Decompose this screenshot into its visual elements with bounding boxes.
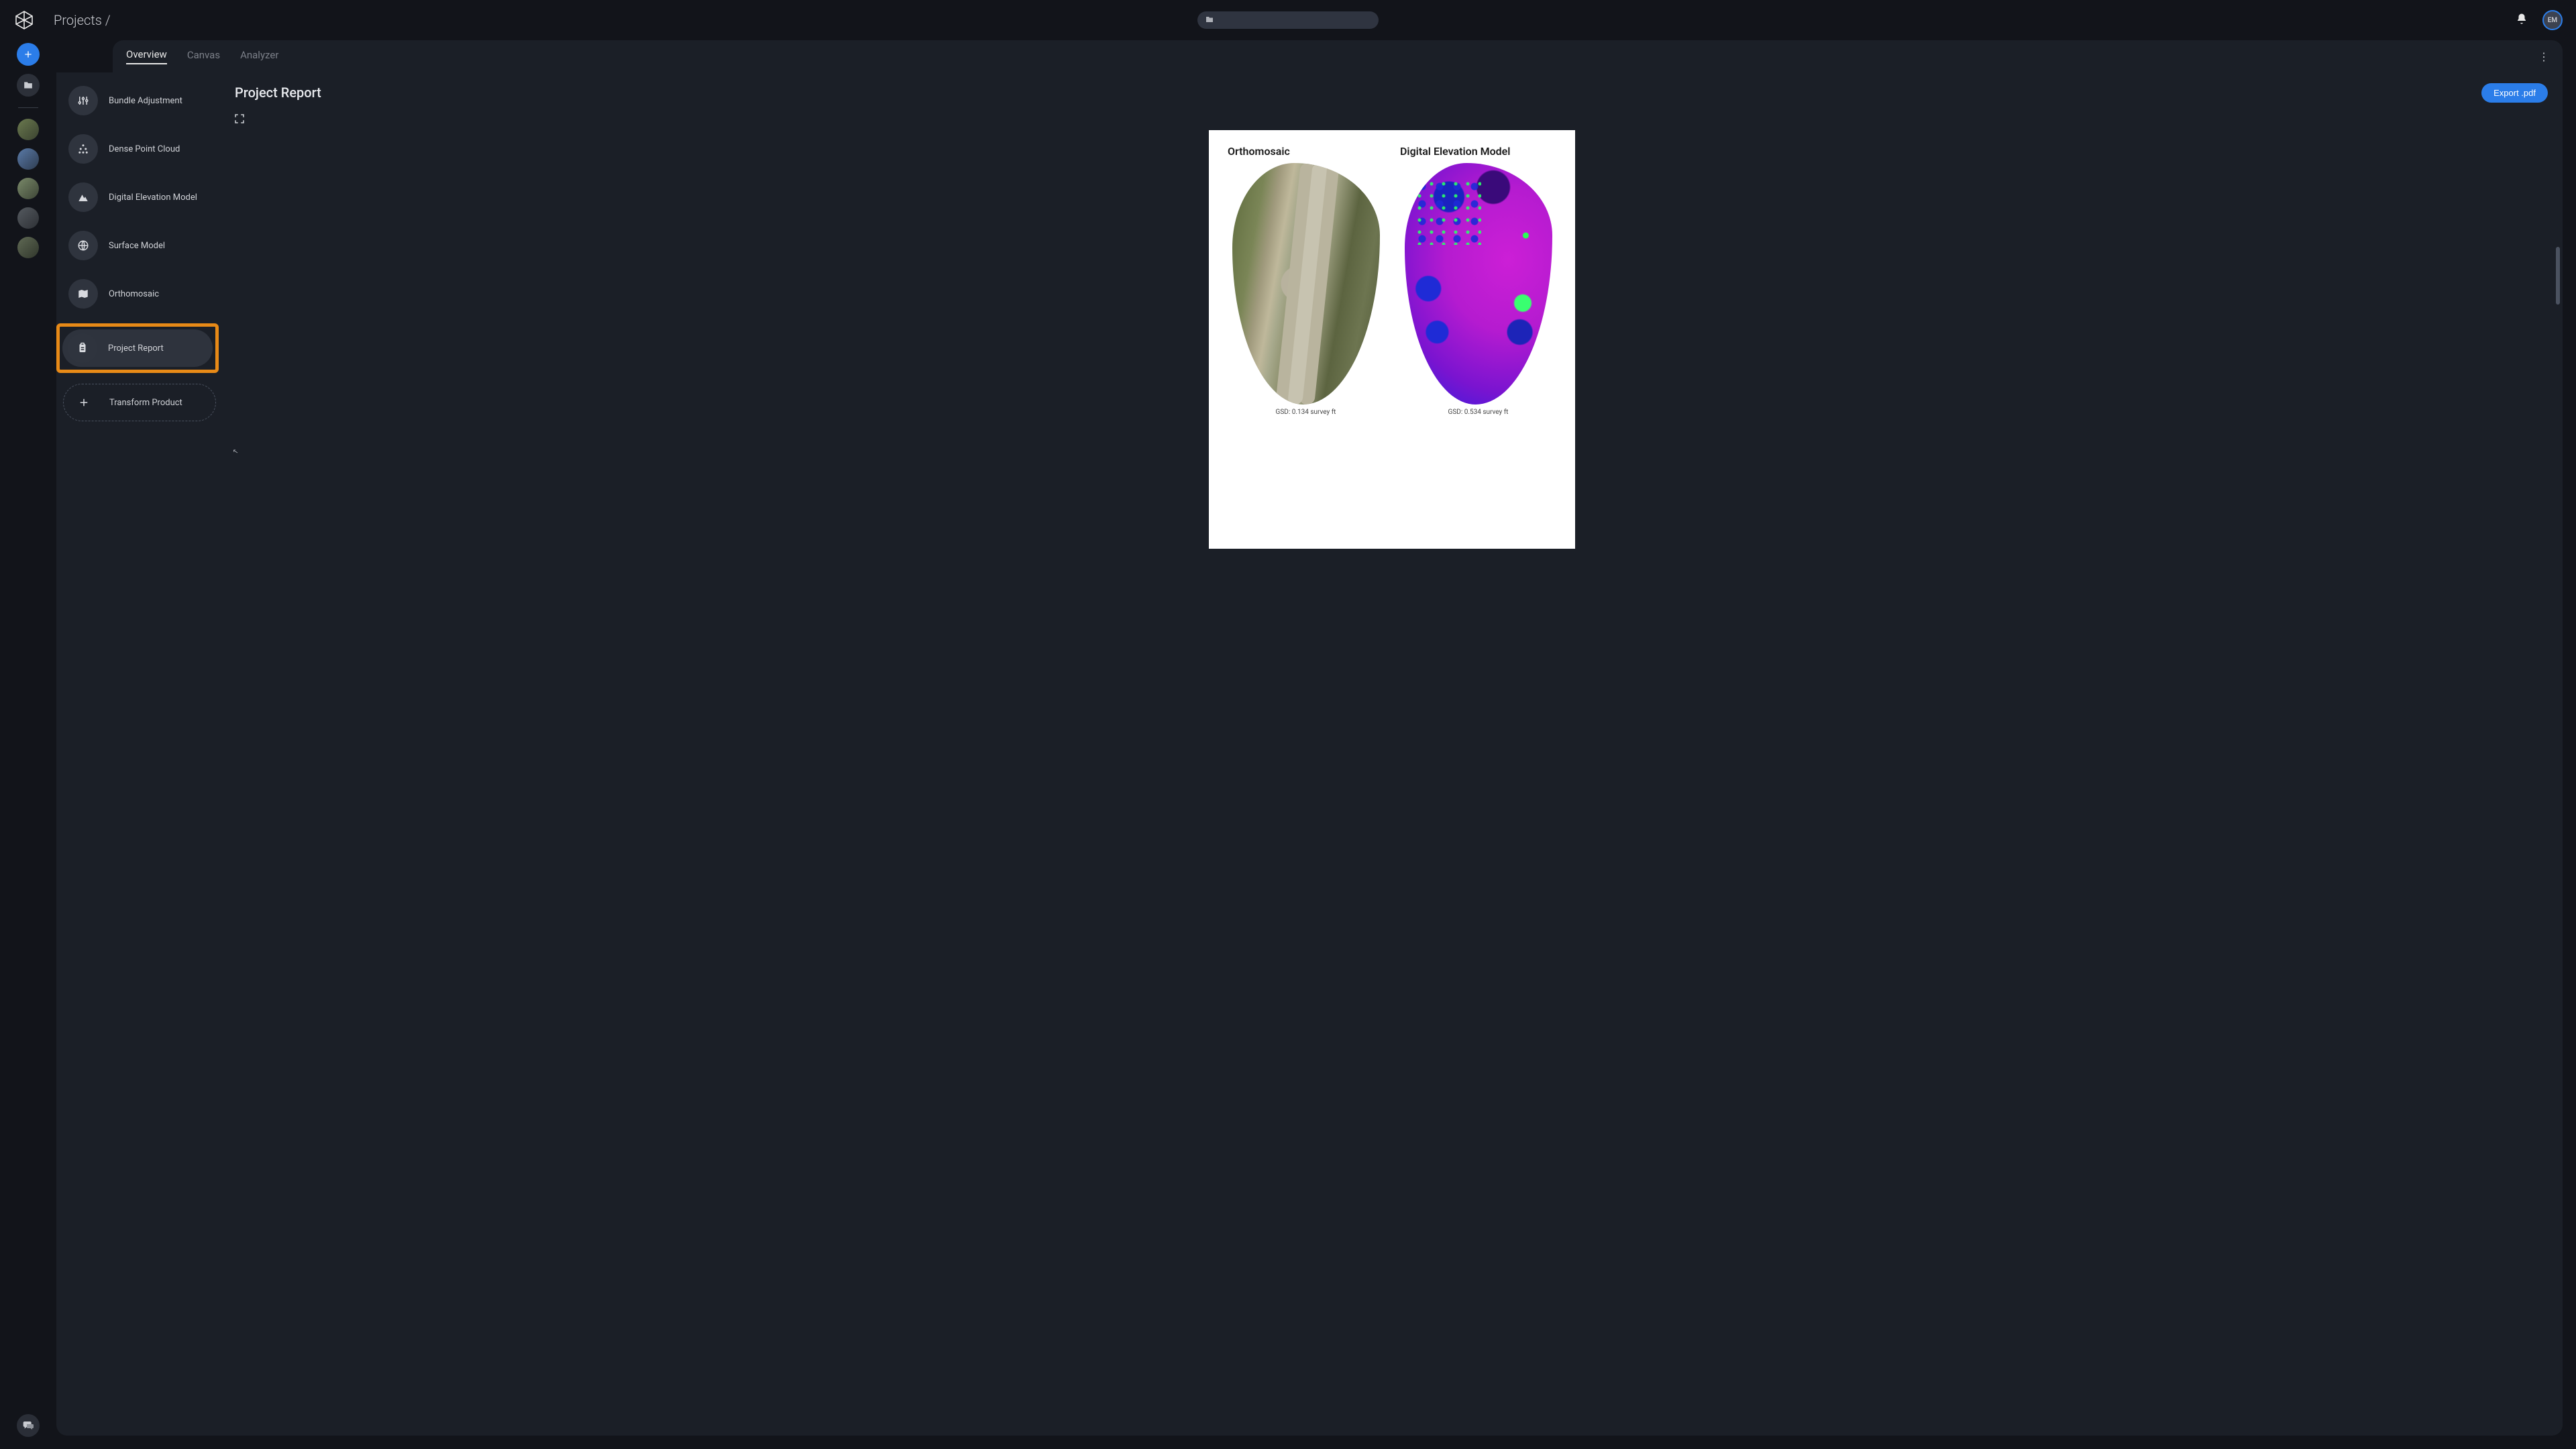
rail-folder-button[interactable]: [17, 74, 40, 97]
notifications-icon[interactable]: [2516, 13, 2528, 28]
main-area: Bundle Adjustment Dense Point Cloud Digi…: [56, 72, 2563, 1436]
breadcrumb[interactable]: Projects /: [54, 12, 111, 28]
product-label: Bundle Adjustment: [109, 96, 182, 106]
rail-project-thumb-1[interactable]: [17, 119, 39, 140]
product-bundle-adjustment[interactable]: Bundle Adjustment: [63, 82, 216, 119]
transform-product-button[interactable]: Transform Product: [63, 384, 216, 421]
rail-project-thumb-5[interactable]: [17, 237, 39, 258]
report-title: Project Report: [235, 85, 2549, 101]
report-icon: [68, 333, 97, 363]
top-bar-right: EM: [2516, 10, 2563, 30]
chat-button[interactable]: [17, 1414, 40, 1437]
point-cloud-icon: [68, 134, 98, 164]
tab-overview[interactable]: Overview: [126, 48, 167, 64]
highlight-box: Project Report: [56, 323, 219, 373]
search-input[interactable]: [1197, 11, 1379, 29]
sliders-icon: [68, 86, 98, 115]
app-logo[interactable]: [13, 9, 35, 31]
report-col-dem: Digital Elevation Model GSD: 0.534 surve…: [1400, 145, 1556, 416]
report-col-title: Digital Elevation Model: [1400, 145, 1510, 158]
fullscreen-icon[interactable]: [233, 113, 247, 126]
map-icon: [68, 279, 98, 309]
product-dem[interactable]: Digital Elevation Model: [63, 178, 216, 216]
mountain-icon: [68, 182, 98, 212]
report-col-orthomosaic: Orthomosaic GSD: 0.134 survey ft: [1228, 145, 1384, 416]
gsd-caption-1: GSD: 0.134 survey ft: [1276, 409, 1336, 416]
report-document[interactable]: Orthomosaic GSD: 0.134 survey ft Digital…: [1209, 130, 1575, 549]
tab-canvas[interactable]: Canvas: [187, 49, 220, 64]
dem-preview: [1405, 163, 1552, 405]
transform-label: Transform Product: [109, 398, 182, 408]
scrollbar-thumb[interactable]: [2556, 247, 2560, 305]
product-orthomosaic[interactable]: Orthomosaic: [63, 275, 216, 313]
product-label: Surface Model: [109, 241, 165, 251]
new-project-button[interactable]: [17, 43, 40, 66]
folder-icon: [1205, 15, 1214, 25]
product-label: Dense Point Cloud: [109, 144, 180, 154]
left-rail: [0, 40, 56, 1449]
globe-icon: [68, 231, 98, 260]
product-label: Digital Elevation Model: [109, 193, 197, 203]
user-avatar[interactable]: EM: [2542, 10, 2563, 30]
tabs-row: Overview Canvas Analyzer ⋮: [113, 40, 2563, 72]
product-dense-point-cloud[interactable]: Dense Point Cloud: [63, 130, 216, 168]
rail-divider: [18, 107, 38, 108]
rail-project-thumb-4[interactable]: [17, 207, 39, 229]
report-panel: Project Report Export .pdf Orthomosaic G…: [216, 72, 2563, 1436]
report-col-title: Orthomosaic: [1228, 145, 1290, 158]
top-bar: Projects / EM: [0, 0, 2576, 40]
product-surface-model[interactable]: Surface Model: [63, 227, 216, 264]
plus-icon: [69, 388, 99, 417]
product-label: Project Report: [108, 343, 164, 354]
product-label: Orthomosaic: [109, 289, 159, 299]
product-list: Bundle Adjustment Dense Point Cloud Digi…: [56, 72, 216, 1436]
rail-project-thumb-3[interactable]: [17, 178, 39, 199]
orthomosaic-preview: [1232, 163, 1380, 405]
export-pdf-button[interactable]: Export .pdf: [2481, 83, 2548, 103]
tab-analyzer[interactable]: Analyzer: [240, 49, 278, 64]
gsd-caption-2: GSD: 0.534 survey ft: [1448, 409, 1509, 416]
rail-project-thumb-2[interactable]: [17, 148, 39, 170]
product-project-report[interactable]: Project Report: [62, 329, 213, 367]
more-menu-button[interactable]: ⋮: [2538, 50, 2549, 63]
